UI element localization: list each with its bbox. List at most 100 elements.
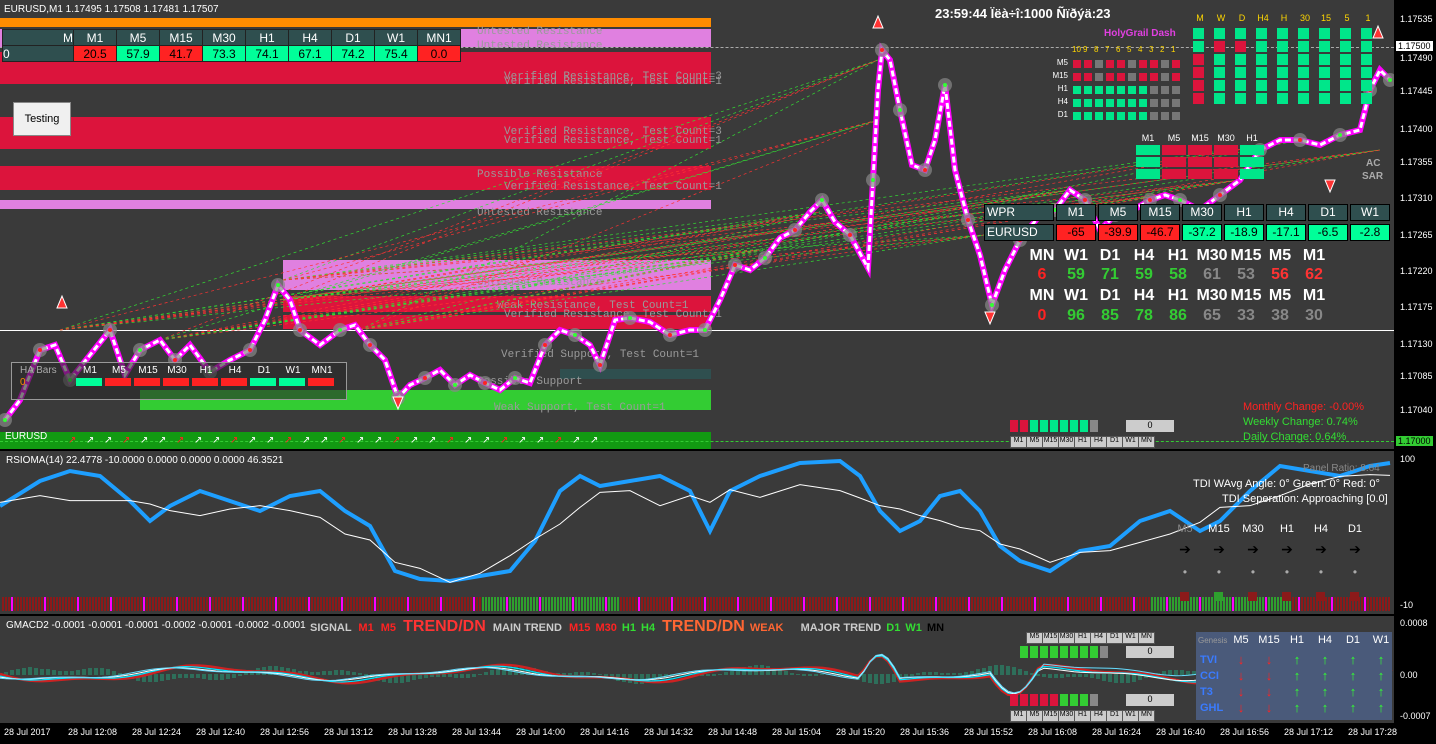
dot-icon: •	[1216, 565, 1222, 579]
macd-histogram-bar	[16, 669, 20, 675]
rsioma-label: RSIOMA(14) 22.4778 -10.0000 0.0000 0.000…	[6, 455, 284, 466]
macd-histogram-bar	[160, 674, 164, 681]
pivot-dot	[966, 218, 970, 222]
rsioma-histogram-bar	[746, 597, 748, 611]
time-axis[interactable]: 28 Jul 2017 28 Jul 12:08 28 Jul 12:24 28 Ju…	[0, 724, 1436, 744]
macd-histogram-bar	[466, 674, 470, 678]
rsioma-scale[interactable]: 100 -10	[1394, 451, 1436, 614]
strength-top: 59	[1135, 266, 1153, 283]
macd-histogram-bar	[928, 672, 932, 675]
price-chart-pane[interactable]: Untested Resistance Untested Resistance …	[0, 0, 1394, 449]
heat-value: 0	[1126, 420, 1174, 432]
rsioma-histogram-bar	[965, 597, 967, 611]
hg-cell	[1277, 93, 1288, 104]
gmacd-scale-mid: 0.00	[1400, 670, 1418, 680]
rsioma-histogram-bar	[710, 597, 712, 611]
rsioma-histogram-bar	[839, 597, 841, 611]
hg-cell	[1235, 67, 1246, 78]
rsioma-histogram-bar	[791, 597, 793, 611]
macd-histogram-bar	[184, 674, 188, 678]
pivot-dot	[1148, 198, 1152, 202]
rsioma-histogram-bar	[1139, 597, 1141, 611]
rsioma-histogram-bar	[203, 597, 205, 611]
ha-tf-label: M5	[112, 365, 126, 376]
rsioma-histogram-bar	[170, 597, 172, 611]
gmacd-scale[interactable]: 0.0008 0.00 -0.0007	[1394, 616, 1436, 723]
macd-heat-cell-2	[1030, 694, 1038, 706]
fan-line	[59, 119, 879, 331]
rsioma-histogram-bar	[443, 597, 445, 611]
time-axis-label: 28 Jul 2017	[4, 727, 51, 737]
rsioma-histogram-bar	[599, 597, 601, 611]
signal-arrow: ↗	[446, 435, 454, 446]
macd-histogram-bar	[220, 674, 224, 680]
right-arrow-icon: ➔	[1349, 541, 1361, 557]
strength-value: 86	[1169, 307, 1187, 324]
rsioma-histogram-bar	[938, 597, 940, 611]
rsioma-histogram-bar	[50, 597, 52, 611]
rsioma-histogram-bar	[944, 597, 946, 611]
pivot-dot	[573, 333, 577, 337]
rsioma-histogram-bar	[842, 597, 844, 611]
rsioma-histogram-bar	[764, 597, 766, 611]
strength-top: 56	[1271, 266, 1289, 283]
rsioma-histogram-bar	[977, 597, 979, 611]
rsioma-histogram-bar	[464, 597, 466, 611]
wpr-value: -46.7	[1140, 224, 1180, 241]
rsioma-histogram-bar	[251, 597, 253, 611]
pivot-dot	[990, 303, 994, 307]
rsioma-histogram-bar	[1232, 597, 1234, 611]
rsioma-histogram-bar	[869, 597, 871, 611]
hg-grid-cell	[1161, 86, 1169, 94]
macd-histogram-bar	[208, 674, 212, 680]
rsioma-histogram-bar	[401, 597, 403, 611]
macd-histogram-bar	[490, 670, 494, 675]
rsioma-histogram-bar	[1238, 597, 1240, 611]
price-scale-label: 1.17490	[1400, 53, 1433, 63]
hg-mid-cell	[1136, 145, 1160, 155]
rsioma-histogram-bar	[506, 597, 508, 611]
price-scale[interactable]: 1.17535 1.17500 1.17490 1.17445 1.17400 1.173…	[1394, 0, 1436, 449]
heat-cell	[1010, 420, 1018, 432]
rsioma-histogram-bar	[428, 597, 430, 611]
wpr-value: -17.1	[1266, 224, 1306, 241]
macd-histogram-bar	[340, 670, 344, 675]
heat-tf: M5	[1026, 436, 1043, 448]
hg-grid-cell	[1128, 99, 1136, 107]
rsioma-histogram-bar	[161, 597, 163, 611]
main-trend-label: MAIN TREND	[492, 622, 562, 634]
macd-histogram-bar	[808, 674, 812, 676]
gmacd-pane[interactable]: GMACD2 -0.0001 -0.0001 -0.0001 -0.0002 -…	[0, 616, 1394, 723]
macd-histogram-bar	[1012, 667, 1016, 675]
ha-tf-cell	[308, 378, 334, 386]
main-h1: H1	[621, 622, 636, 634]
hg-grid-cell	[1106, 60, 1114, 68]
macd-histogram-bar	[730, 671, 734, 675]
rsioma-histogram-bar	[257, 597, 259, 611]
rsioma-histogram-bar	[419, 597, 421, 611]
ha-tf-label: D1	[257, 365, 271, 376]
rsioma-histogram-bar	[11, 597, 13, 611]
hg-mid-cell	[1162, 157, 1186, 167]
price-scale-label: 1.17535	[1400, 14, 1433, 24]
macd-mini-tf: M30	[1058, 632, 1075, 644]
macd-heat-cell	[1080, 646, 1088, 658]
testing-button[interactable]: Testing	[13, 102, 71, 136]
fan-line	[282, 119, 879, 301]
macd-histogram-bar	[802, 674, 806, 676]
rsioma-histogram-bar	[365, 597, 367, 611]
rsioma-histogram-bar	[563, 597, 565, 611]
rsioma-histogram-bar	[1292, 597, 1294, 611]
rsioma-pane[interactable]: RSIOMA(14) 22.4778 -10.0000 0.0000 0.000…	[0, 451, 1394, 614]
rsioma-histogram-bar	[776, 597, 778, 611]
hg-grid-cell	[1150, 86, 1158, 94]
rsioma-histogram-bar	[206, 597, 208, 611]
hg-scale: 9	[1083, 45, 1088, 54]
hg-mid-cell	[1240, 145, 1264, 155]
hg-grid-cell	[1139, 73, 1147, 81]
rsioma-histogram-bar	[917, 597, 919, 611]
hg-mid-cell	[1162, 145, 1186, 155]
fan-line	[282, 234, 986, 281]
strength-top: 58	[1169, 266, 1187, 283]
pivot-dot	[483, 381, 487, 385]
